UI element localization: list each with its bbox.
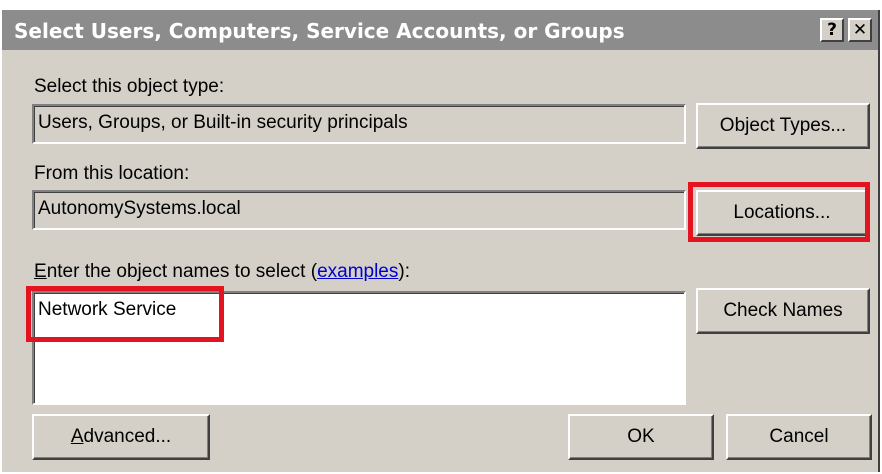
object-names-input[interactable] xyxy=(32,291,686,405)
location-field: AutonomySystems.local xyxy=(32,190,686,230)
object-names-label-end: ): xyxy=(398,261,410,282)
object-types-button[interactable]: Object Types... xyxy=(696,103,870,149)
check-names-button[interactable]: Check Names xyxy=(696,288,870,334)
advanced-button-label: dvanced... xyxy=(83,426,172,447)
title-bar[interactable]: Select Users, Computers, Service Account… xyxy=(2,10,878,50)
close-button[interactable]: ✕ xyxy=(848,18,872,42)
ok-button[interactable]: OK xyxy=(568,414,714,460)
object-type-label: Select this object type: xyxy=(34,76,225,97)
help-button[interactable]: ? xyxy=(820,18,844,42)
cancel-button[interactable]: Cancel xyxy=(726,414,872,460)
location-label: From this location: xyxy=(34,163,190,184)
dialog-title: Select Users, Computers, Service Account… xyxy=(14,19,625,43)
advanced-button[interactable]: Advanced... xyxy=(32,414,210,460)
access-key-a: A xyxy=(70,426,84,447)
access-key-e: E xyxy=(34,261,47,282)
object-type-field: Users, Groups, or Built-in security prin… xyxy=(32,104,686,144)
examples-link[interactable]: examples xyxy=(317,261,398,282)
object-names-label-text: nter the object names to select ( xyxy=(46,261,318,282)
object-names-label: Enter the object names to select (exampl… xyxy=(34,261,410,283)
locations-button[interactable]: Locations... xyxy=(696,190,868,236)
select-users-dialog: Select Users, Computers, Service Account… xyxy=(2,10,880,472)
